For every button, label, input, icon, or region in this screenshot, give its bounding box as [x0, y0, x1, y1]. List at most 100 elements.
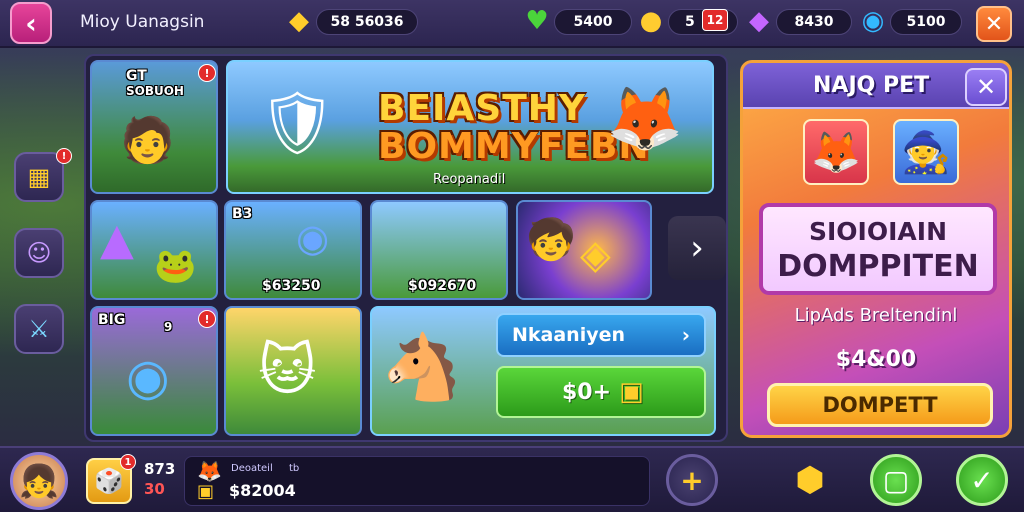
close-icon: ✕ — [975, 73, 997, 101]
chevron-right-icon: › — [690, 228, 704, 268]
shop-tile-cat-warrior[interactable]: 🐱 — [224, 306, 362, 436]
beast-icon: 🦊 — [606, 82, 684, 155]
energy-icon: ◉ — [861, 6, 885, 36]
knight-info-button[interactable]: Nkaaniyen › — [496, 313, 706, 357]
coins-badge: 12 — [702, 9, 728, 31]
knight-icon: 🐴 — [382, 331, 462, 405]
top-bar: ‹ Mioy Uanagsin ◆ 58 56036 ♥ 5400 ● 5 12… — [0, 0, 1024, 48]
character-icon: ☺ — [26, 239, 52, 267]
pet-panel-header: NAJQ PET ✕ — [743, 63, 1009, 109]
info-label: tb — [289, 463, 300, 474]
info-value: $82004 — [229, 481, 296, 500]
tile-badge: ! — [198, 310, 216, 328]
chevron-right-icon: › — [681, 323, 690, 347]
featured-banner[interactable]: 🛡 BEIASTHY BOMMYFEBN Reopanadil 🦊 — [226, 60, 714, 194]
crystals-counter: 8430 — [776, 9, 852, 35]
tile-badge: ! — [198, 64, 216, 82]
fox-icon: 🦊 — [197, 459, 222, 483]
close-button[interactable]: ✕ — [976, 6, 1012, 42]
boy-icon: 🧒 — [526, 217, 576, 263]
square-icon: ▢ — [882, 463, 910, 497]
energy-counter: 5100 — [890, 9, 962, 35]
orb-icon: ◉ — [296, 216, 330, 260]
add-button[interactable]: + — [666, 454, 718, 506]
player-avatar-icon: 👧 — [19, 462, 59, 500]
pet-price: $4&00 — [835, 347, 917, 372]
pet-close-button[interactable]: ✕ — [965, 68, 1007, 106]
level-button[interactable]: 🎲 1 — [86, 454, 136, 504]
gems-counter: 5400 — [554, 9, 632, 35]
side-chest-badge: ! — [56, 148, 72, 164]
fox-icon: 🦊 — [811, 129, 861, 176]
bottom-bar: 👧 🎲 1 873 30 🦊 Deoateil tb ▣ $82004 + ⬢ … — [0, 446, 1024, 512]
crystal-icon: ◆ — [749, 6, 769, 36]
info-label: Deoateil — [231, 463, 273, 474]
shield-icon: ⬢ — [795, 460, 825, 500]
back-button[interactable]: ‹ — [10, 2, 52, 44]
pet-name-box: SIOIOIAIN DOMPPITEN — [759, 203, 997, 295]
hero-icon: 🧑 — [120, 115, 175, 166]
heart-gem-icon: ♥ — [525, 6, 549, 36]
shop-tile-bundle[interactable]: B3 ◉ $63250 — [224, 200, 362, 300]
banner-subtitle: Reopanadil — [433, 172, 506, 187]
gold-counter: 58 56036 — [316, 9, 418, 35]
wizard-icon: 🧙 — [901, 129, 951, 176]
coin-icon: ● — [639, 6, 663, 36]
coins-count: 5 — [685, 14, 695, 30]
sword-icon: ⚔ — [28, 315, 50, 343]
action-price: $0+ — [562, 379, 612, 405]
wizard-hat-icon: ▲ — [100, 214, 134, 265]
knight-buy-button[interactable]: $0+ ▣ — [496, 366, 706, 418]
blue-orbs-icon: ◉ — [126, 348, 170, 406]
pet-name-line1: SIOIOIAIN — [809, 217, 947, 246]
tile-label: B3 — [232, 206, 253, 222]
action-label: Nkaaniyen — [512, 324, 626, 346]
shop-grid: GT SOBUOH ! 🧑 🛡 BEIASTHY BOMMYFEBN Reopa… — [84, 54, 728, 442]
shop-tile-knight: 🐴 Nkaaniyen › $0+ ▣ — [370, 306, 716, 436]
tile-label: 9 — [164, 320, 173, 334]
level-badge: 1 — [120, 454, 136, 470]
treasure-icon: ◈ — [580, 232, 611, 278]
plus-icon: + — [680, 463, 704, 497]
side-character-button[interactable]: ☺ — [14, 228, 64, 278]
pet-name-line2: DOMPPITEN — [777, 249, 979, 284]
gold-gem-icon: ◆ — [289, 6, 309, 36]
tile-price: $092670 — [408, 278, 477, 294]
chevron-left-icon: ‹ — [25, 6, 37, 40]
shop-tile-wizard[interactable]: ▲ 🐸 — [90, 200, 218, 300]
pet-panel: NAJQ PET ✕ 🦊 🧙 SIOIOIAIN DOMPPITEN LipAd… — [740, 60, 1012, 438]
chest-icon: ▦ — [27, 163, 51, 191]
shield-button[interactable]: ⬢ — [784, 454, 836, 506]
next-page-button[interactable]: › — [668, 216, 726, 280]
gold-block-icon: ▣ — [619, 377, 644, 407]
gold-block-icon: ▣ — [197, 481, 215, 502]
shop-tile-big-pack[interactable]: BIG 9 ! ◉ — [90, 306, 218, 436]
close-icon: ✕ — [984, 11, 1004, 37]
tile-price: $63250 — [262, 278, 321, 294]
tile-label: GT — [126, 68, 147, 84]
check-icon: ✓ — [970, 463, 994, 497]
avatar[interactable]: 👧 — [10, 452, 68, 510]
shop-tile-treasure[interactable]: 🧒 ◈ — [516, 200, 652, 300]
side-sword-button[interactable]: ⚔ — [14, 304, 64, 354]
green-menu-button[interactable]: ▢ — [870, 454, 922, 506]
creature-icon: 🐸 — [154, 246, 197, 286]
pet-buy-button[interactable]: DOMPETT — [767, 383, 993, 427]
pet-portrait-wizard[interactable]: 🧙 — [893, 119, 959, 185]
stat-top: 873 — [144, 460, 176, 478]
pet-panel-title: NAJQ PET — [813, 73, 930, 98]
shop-tile-land[interactable]: $092670 — [370, 200, 508, 300]
cat-warrior-icon: 🐱 — [258, 338, 317, 403]
info-panel: 🦊 Deoateil tb ▣ $82004 — [184, 456, 650, 506]
shop-tile-hero[interactable]: GT SOBUOH ! 🧑 — [90, 60, 218, 194]
side-chest-button[interactable]: ▦ ! — [14, 148, 72, 202]
pet-portrait-fox[interactable]: 🦊 — [803, 119, 869, 185]
stat-bottom: 30 — [144, 480, 165, 498]
tile-label: SOBUOH — [126, 84, 184, 98]
confirm-button[interactable]: ✓ — [956, 454, 1008, 506]
pet-description: LipAds Breltendinl — [794, 305, 958, 326]
warrior-icon: 🛡 — [258, 86, 337, 159]
tile-label: BIG — [98, 312, 126, 328]
dice-icon: 🎲 — [94, 467, 124, 495]
page-title: Mioy Uanagsin — [80, 12, 205, 32]
